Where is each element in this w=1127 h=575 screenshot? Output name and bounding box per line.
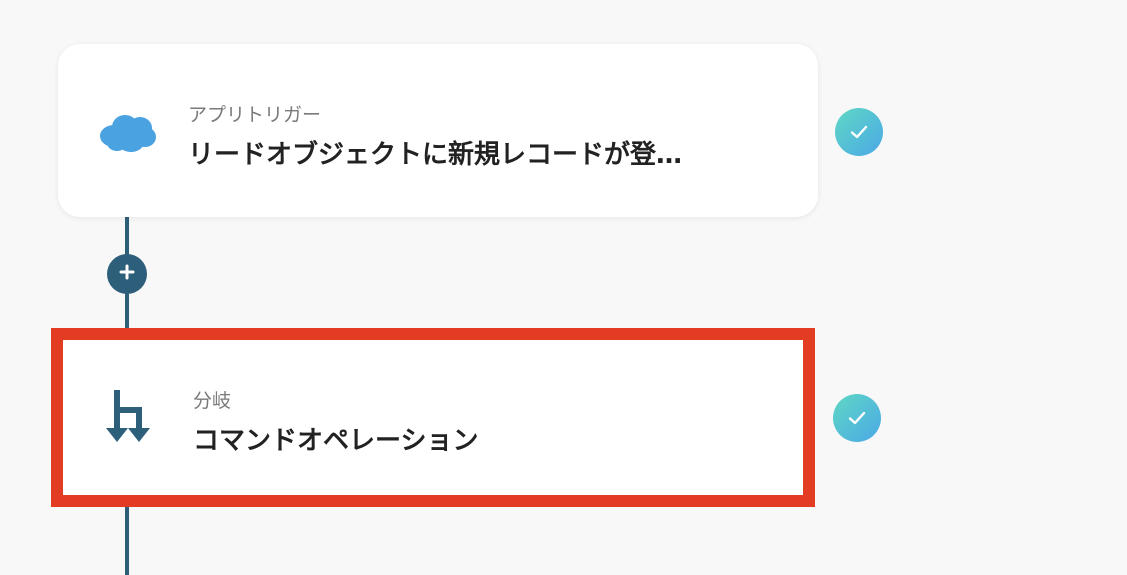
step-complete-check-icon	[835, 108, 883, 156]
step-title: コマンドオペレーション	[193, 426, 479, 456]
step-type-label: 分岐	[193, 390, 232, 412]
branch-icon	[103, 390, 155, 448]
salesforce-cloud-icon	[98, 110, 158, 158]
flow-step-branch-card[interactable]: 分岐 コマンドオペレーション	[51, 328, 815, 507]
step-type-label: アプリトリガー	[188, 104, 322, 126]
flow-step-trigger-card[interactable]: アプリトリガー リードオブジェクトに新規レコードが登…	[58, 44, 818, 217]
plus-icon	[118, 263, 136, 285]
flow-connector-bottom	[125, 505, 129, 575]
step-title: リードオブジェクトに新規レコードが登…	[188, 140, 683, 170]
add-step-button[interactable]	[107, 254, 147, 294]
step-complete-check-icon	[833, 394, 881, 442]
